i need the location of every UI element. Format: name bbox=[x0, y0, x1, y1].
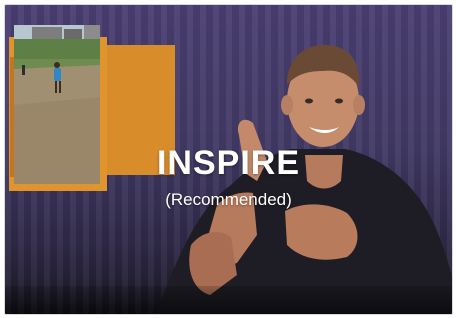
inspire-option-card[interactable]: INSPIRE (Recommended) bbox=[4, 4, 453, 315]
desk-edge bbox=[5, 286, 452, 314]
option-subtitle: (Recommended) bbox=[165, 190, 292, 209]
option-title: INSPIRE bbox=[156, 144, 301, 182]
